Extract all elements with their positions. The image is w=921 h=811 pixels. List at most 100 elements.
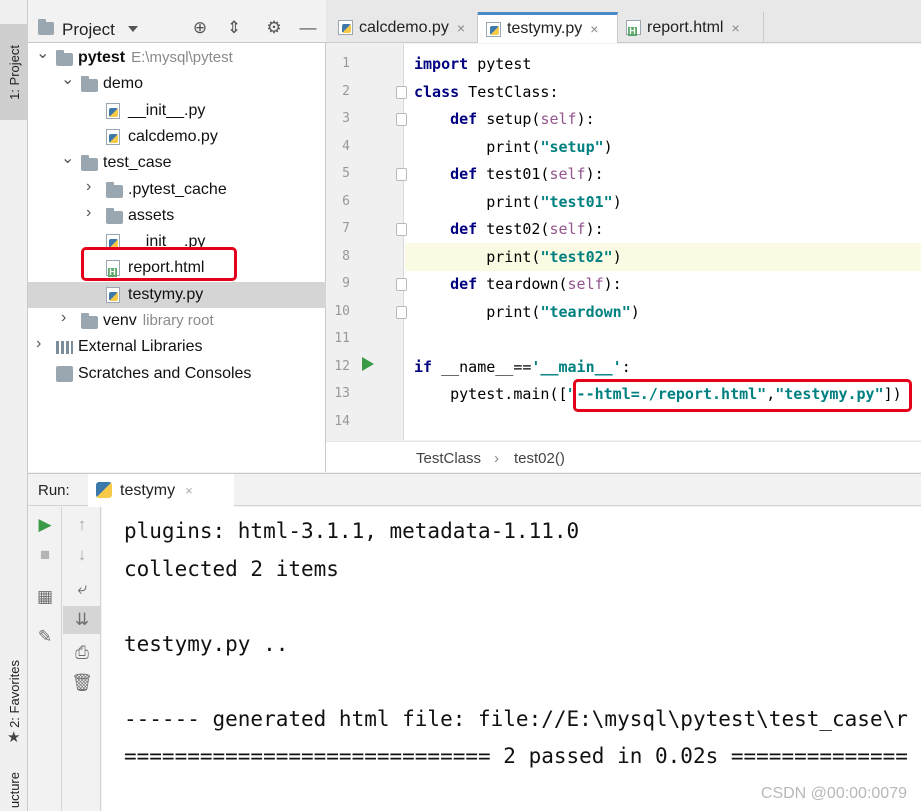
project-tool-tab-label: 1: Project: [6, 44, 22, 100]
tree-item[interactable]: testymy.py: [28, 281, 326, 308]
close-icon[interactable]: ×: [590, 21, 598, 37]
stop-icon[interactable]: ■: [28, 541, 62, 569]
code-line: if __name__=='__main__':: [414, 354, 631, 381]
chevron-right-icon[interactable]: ›: [36, 336, 48, 352]
gear-icon[interactable]: ⚙: [264, 18, 284, 38]
minimize-icon[interactable]: —: [298, 18, 318, 38]
tree-item[interactable]: › .pytest_cache: [28, 177, 326, 203]
code-text: ):: [585, 220, 604, 238]
rerun-icon[interactable]: ▶: [28, 511, 62, 539]
breadcrumb-method[interactable]: test02(): [514, 450, 565, 467]
tree-item-name: testymy.py: [128, 285, 204, 303]
chevron-right-icon[interactable]: ›: [61, 310, 73, 326]
code-line: class TestClass:: [414, 79, 559, 106]
fold-marker-icon[interactable]: [396, 113, 407, 126]
console-line: testymy.py ..: [124, 631, 289, 656]
collapse-icon[interactable]: ⇕: [224, 18, 244, 38]
code-text: ):: [576, 110, 595, 128]
pin-icon[interactable]: ✎: [28, 623, 62, 651]
breadcrumb: TestClass › test02(): [326, 441, 921, 472]
line-number: 10: [334, 303, 350, 319]
folder-icon: [106, 207, 123, 224]
code-line: print("setup"): [414, 134, 612, 161]
run-icon[interactable]: [362, 357, 374, 371]
breadcrumb-class[interactable]: TestClass: [416, 450, 481, 467]
tab-report-html[interactable]: report.html ×: [618, 12, 764, 43]
project-tool-tab[interactable]: 1: Project: [0, 24, 28, 120]
python-file-icon: [106, 128, 120, 145]
fold-marker-icon[interactable]: [396, 85, 407, 99]
close-icon[interactable]: ×: [731, 20, 739, 36]
folder-icon: [81, 76, 98, 93]
tree-item-name: External Libraries: [78, 338, 203, 356]
console-line: collected 2 items: [124, 556, 339, 581]
code-self: self: [540, 110, 577, 128]
print-icon[interactable]: ⎙: [63, 639, 101, 667]
code-keyword: class: [414, 82, 460, 101]
code-text: __name__==: [432, 357, 532, 376]
soft-wrap-icon[interactable]: ⤶: [63, 575, 101, 603]
console-line: ============================= 2 passed i…: [124, 744, 908, 768]
code-self: self: [549, 220, 586, 238]
fold-marker-icon[interactable]: [396, 305, 407, 319]
up-arrow-icon[interactable]: ↑: [63, 511, 101, 539]
run-console[interactable]: plugins: html-3.1.1, metadata-1.11.0 coll…: [102, 507, 921, 811]
chevron-down-icon[interactable]: ⌄: [61, 151, 74, 167]
tree-item[interactable]: ⌄ test_case: [28, 150, 326, 176]
tree-item[interactable]: ⌄ pytest E:\mysql\pytest: [28, 45, 326, 71]
scroll-end-icon[interactable]: ⇊: [63, 606, 101, 634]
code-text: TestClass:: [459, 82, 559, 101]
tab-testymy[interactable]: testymy.py ×: [478, 12, 618, 43]
layout-icon[interactable]: ▦: [28, 583, 62, 611]
close-icon[interactable]: ×: [185, 483, 193, 498]
tree-item[interactable]: › External Libraries: [28, 334, 326, 360]
chevron-right-icon[interactable]: ›: [86, 204, 98, 220]
structure-tool-tab[interactable]: ucture: [0, 770, 28, 811]
code-keyword: def: [450, 275, 478, 293]
code-text: teardown(: [477, 275, 568, 293]
code-text: ): [612, 192, 622, 211]
code-line: def teardown(self):: [414, 271, 622, 298]
code-keyword: def: [450, 110, 478, 128]
close-icon[interactable]: ×: [457, 20, 465, 36]
tree-item[interactable]: ⌄ demo: [28, 71, 326, 97]
tree-item-name: __init__.py: [128, 101, 206, 119]
tree-item[interactable]: › assets: [28, 203, 326, 229]
code-text: pytest: [468, 55, 532, 73]
code-editor[interactable]: 1 2 3 4 5 6 7 8 9 10 11 12 13 14 import pytest class T…: [326, 44, 921, 440]
project-panel-title[interactable]: Project: [62, 20, 115, 40]
tree-item[interactable]: › venv library root: [28, 308, 326, 334]
tree-item-name: venv: [103, 312, 137, 329]
python-file-icon: [338, 20, 353, 35]
code-keyword: def: [450, 220, 478, 238]
chevron-down-icon[interactable]: ⌄: [36, 46, 49, 62]
line-number: 3: [342, 111, 350, 126]
editor-tab-bar: calcdemo.py × testymy.py × report.html ×: [326, 0, 921, 43]
code-line: print("test01"): [414, 189, 622, 216]
target-icon[interactable]: ⊕: [190, 18, 210, 38]
library-icon: [56, 341, 73, 355]
folder-icon: [81, 313, 98, 329]
chevron-down-icon[interactable]: [128, 26, 138, 32]
tree-item[interactable]: calcdemo.py: [28, 124, 326, 150]
folder-icon: [56, 50, 73, 66]
fold-marker-icon[interactable]: [396, 223, 407, 236]
chevron-down-icon[interactable]: ⌄: [61, 72, 74, 88]
chevron-right-icon[interactable]: ›: [86, 178, 98, 194]
down-arrow-icon[interactable]: ↓: [63, 541, 101, 569]
code-text: test02(: [477, 220, 550, 238]
code-text: print(: [414, 247, 541, 266]
python-file-icon: [106, 102, 120, 119]
run-tab-testymy[interactable]: testymy ×: [88, 474, 234, 507]
code-text: print(: [414, 192, 541, 211]
tree-item[interactable]: __init__.py: [28, 98, 326, 124]
fold-marker-icon[interactable]: [396, 278, 407, 291]
fold-marker-icon[interactable]: [396, 168, 407, 181]
tab-calcdemo[interactable]: calcdemo.py ×: [330, 12, 478, 43]
trash-icon[interactable]: 🗑: [63, 669, 101, 697]
tree-item[interactable]: Scratches and Consoles: [28, 361, 326, 387]
code-text: :: [621, 357, 631, 376]
structure-tool-tab-label: ucture: [6, 772, 22, 809]
